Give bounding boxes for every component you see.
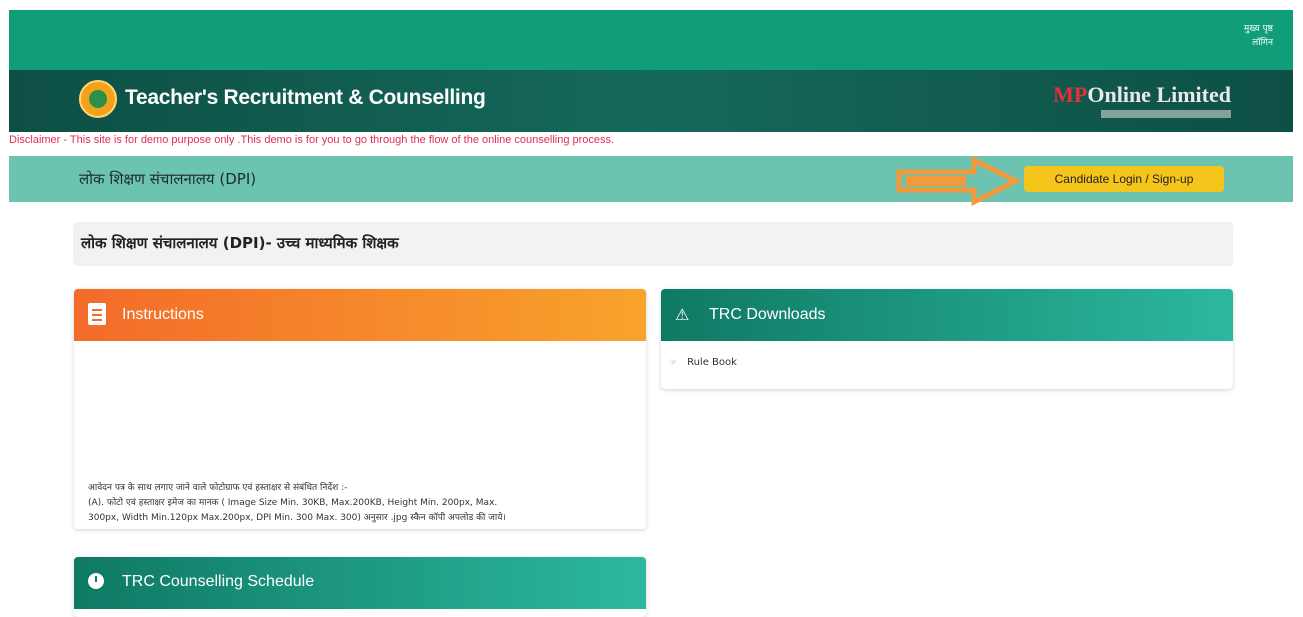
instructions-title: Instructions (122, 306, 204, 323)
mponline-logo-name: Online Limited (1087, 82, 1231, 107)
department-bar: लोक शिक्षण संचालनालय (DPI) Candidate Log… (9, 155, 1293, 207)
clock-icon (88, 573, 104, 589)
mponline-logo: MPOnline Limited (1021, 82, 1231, 118)
site-title: Teacher's Recruitment & Counselling (125, 86, 486, 109)
link-icon: ☞ (669, 358, 678, 368)
schedule-title: TRC Counselling Schedule (122, 573, 315, 590)
downloads-card: ⚠ TRC Downloads ☞ Rule Book (661, 289, 1233, 389)
instruction-line: आवेदन पत्र के साथ लगाए जाने वाले फोटोग्र… (88, 483, 348, 493)
top-link-home[interactable]: मुख्य पृष्ठ (1244, 22, 1273, 36)
instructions-card: Instructions आवेदन पत्र के साथ लगाए जाने… (74, 289, 646, 529)
downloads-title: TRC Downloads (709, 306, 826, 323)
top-bar: मुख्य पृष्ठ लॉगिन (9, 10, 1293, 70)
section-header: लोक शिक्षण संचालनालय (DPI)- उच्च माध्यमि… (73, 222, 1233, 266)
candidate-login-button[interactable]: Candidate Login / Sign-up (1024, 166, 1224, 192)
mponline-logo-mp: MP (1053, 82, 1088, 107)
brand-header: Teacher's Recruitment & Counselling MPOn… (9, 70, 1293, 132)
top-nav-link[interactable]: मुख्य पृष्ठ लॉगिन (1244, 22, 1273, 50)
section-title: लोक शिक्षण संचालनालय (DPI)- उच्च माध्यमि… (81, 234, 399, 252)
schedule-card: TRC Counselling Schedule (74, 557, 646, 617)
department-label: लोक शिक्षण संचालनालय (DPI) (79, 170, 257, 188)
instruction-line: 300px, Width Min.120px Max.200px, DPI Mi… (88, 513, 506, 523)
trc-logo-icon (79, 80, 117, 118)
instructions-header: Instructions (74, 289, 646, 341)
download-item-rule-book[interactable]: ☞ Rule Book (669, 357, 737, 368)
arrow-right-icon (896, 155, 1022, 207)
downloads-header: ⚠ TRC Downloads (661, 289, 1233, 341)
top-link-login[interactable]: लॉगिन (1244, 36, 1273, 50)
instructions-body: आवेदन पत्र के साथ लगाए जाने वाले फोटोग्र… (88, 481, 628, 526)
download-item-label[interactable]: Rule Book (687, 357, 737, 368)
document-icon (88, 303, 106, 325)
instruction-line: (A). फोटो एवं हस्ताक्षर इमेज का मानक ( I… (88, 498, 498, 508)
warning-icon: ⚠ (675, 307, 690, 324)
schedule-header: TRC Counselling Schedule (74, 557, 646, 609)
disclaimer-text: Disclaimer - This site is for demo purpo… (9, 134, 615, 146)
